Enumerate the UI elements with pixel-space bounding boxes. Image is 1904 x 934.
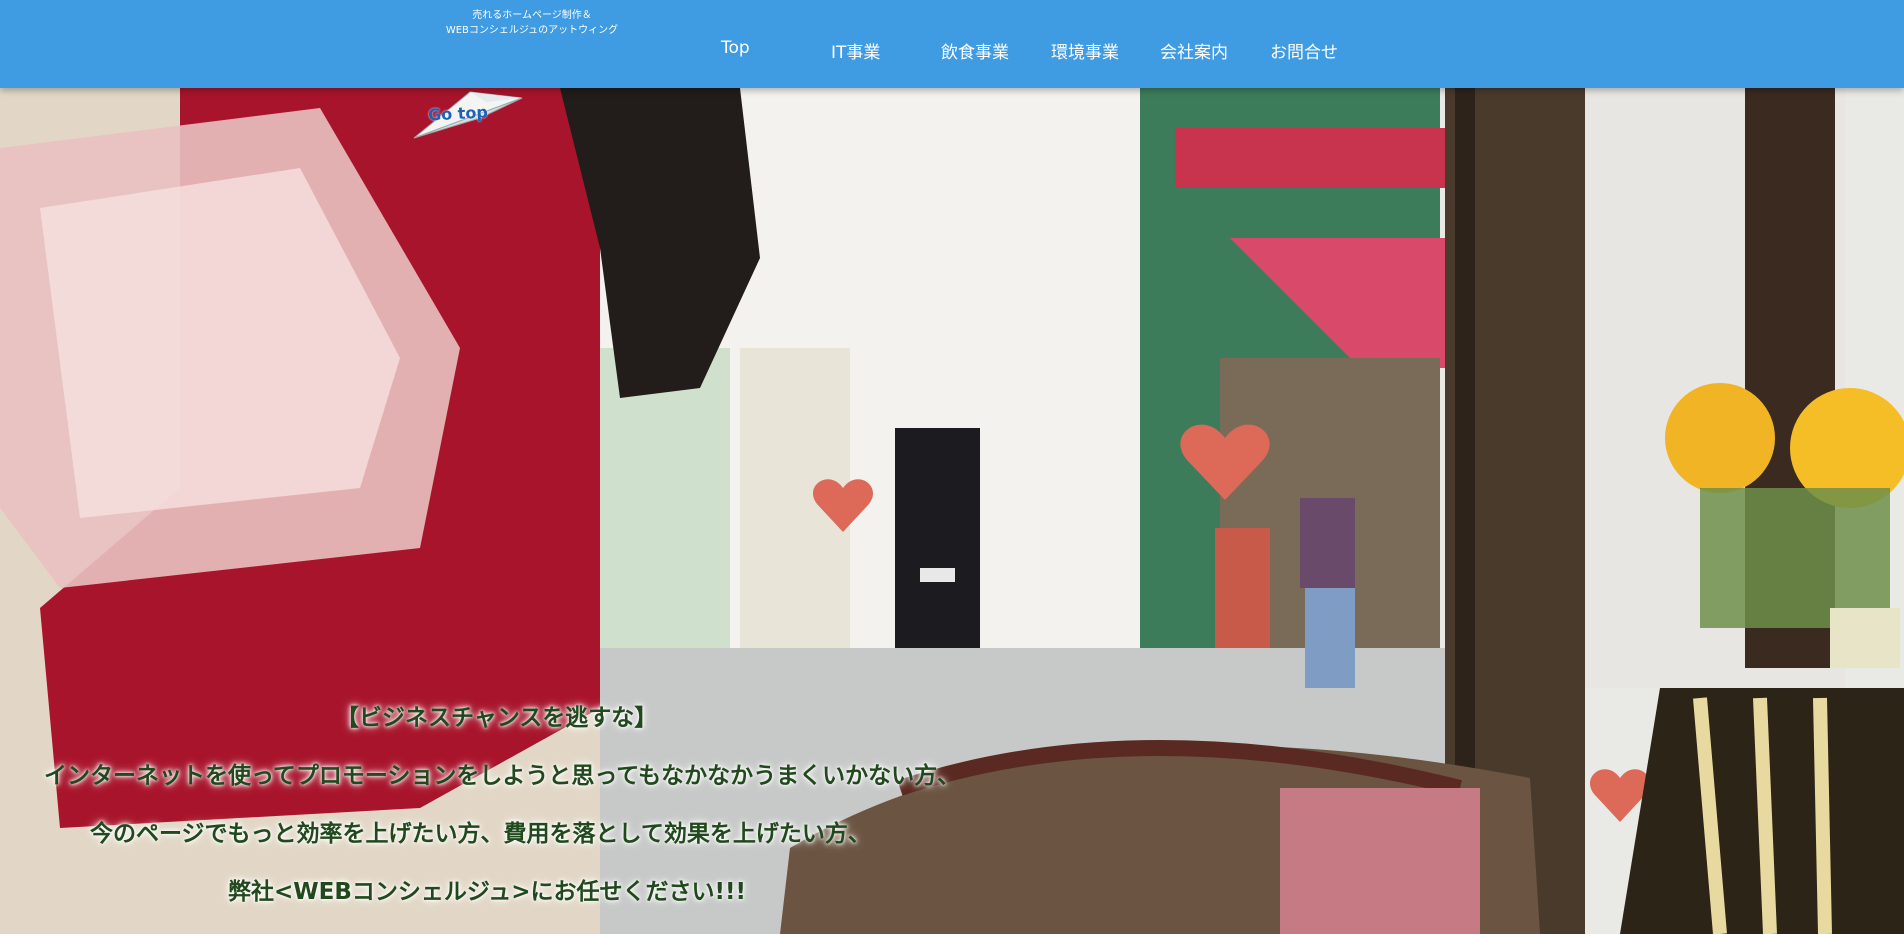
go-top-label: Go top [427, 102, 489, 125]
hero-background-image [0, 88, 1904, 934]
hero-video: 【ビジネスチャンスを逃すな】 インターネットを使ってプロモーションをしようと思っ… [0, 88, 1904, 934]
nav-item-environment[interactable]: 環境事業 [1051, 38, 1119, 63]
go-top-button[interactable]: Go top [410, 88, 530, 140]
nav-item-it[interactable]: IT事業 [831, 38, 880, 63]
site-header: 売れるホームページ制作＆ WEBコンシェルジュのアットウィング Top IT事業… [0, 0, 1904, 88]
nav-item-top[interactable]: Top [721, 38, 750, 58]
nav-item-contact[interactable]: お問合せ [1270, 38, 1338, 63]
hero-line-1: インターネットを使ってプロモーションをしようと思ってもなかなかうまくいかない方、 [44, 763, 961, 789]
brand-tagline-line1: 売れるホームページ制作＆ [472, 10, 592, 21]
hero-line-2: 今のページでもっと効率を上げたい方、費用を落として効果を上げたい方、 [90, 821, 871, 847]
nav-item-food[interactable]: 飲食事業 [941, 38, 1009, 63]
hero-headline: 【ビジネスチャンスを逃すな】 [336, 705, 658, 731]
hero-line-3: 弊社<WEBコンシェルジュ>にお任せください!!! [228, 879, 747, 905]
brand-tagline-line2: WEBコンシェルジュのアットウィング [445, 25, 619, 36]
nav-item-company[interactable]: 会社案内 [1160, 38, 1228, 63]
site-brand[interactable]: 売れるホームページ制作＆ WEBコンシェルジュのアットウィング [400, 8, 664, 38]
